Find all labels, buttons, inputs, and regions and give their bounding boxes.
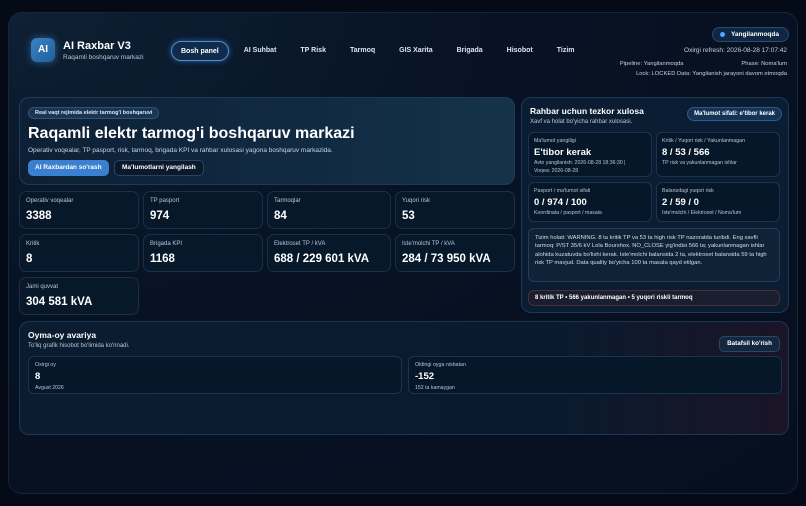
stat-value: 53 [402, 210, 415, 222]
summary-card-note: Koordinata / pasport / masala [534, 210, 602, 216]
monthly-card-value: -152 [415, 371, 435, 382]
stat-card-jami-quvvat: Jami quvvat 304 581 kVA [19, 277, 139, 315]
stat-label: Operativ voqealar [26, 198, 74, 204]
app-subtitle: Raqamli boshqaruv markazi [63, 54, 144, 61]
summary-card-note-line: Avto yangilanish: 2026-08-28 18:36:30 | [534, 160, 626, 166]
monthly-card-note: Avgust 2026 [35, 385, 64, 391]
nav-tizim[interactable]: Tizim [548, 41, 584, 61]
app-logo: AI [31, 38, 55, 62]
stat-card-istemolchi: Iste'molchi TP / kVA 284 / 73 950 kVA [395, 234, 515, 272]
monthly-card-note: 152 ta kamaygan [415, 385, 455, 391]
stat-label: Brigada KPI [150, 241, 183, 247]
status-badge: Yangilanmoqda [711, 27, 789, 42]
ask-ai-button[interactable]: AI Raxbardan so'rash [28, 160, 109, 176]
summary-subtitle: Xavf va holat bo'yicha rahbar xulosasi. [530, 119, 633, 125]
summary-text: Tizim holati: WARNING. 8 ta kritik TP va… [528, 228, 780, 282]
summary-card-note: TP risk va yakunlanmagan ishlar [662, 160, 737, 166]
summary-card-label: Balansdagi yuqori risk [662, 188, 714, 194]
stat-card-yuqori-risk: Yuqori risk 53 [395, 191, 515, 229]
stat-value: 1168 [150, 253, 175, 265]
summary-card-value: E'tibor kerak [534, 147, 592, 158]
nav-brigada[interactable]: Brigada [448, 41, 492, 61]
stat-value: 304 581 kVA [26, 296, 93, 308]
stat-value: 688 / 229 601 kVA [274, 253, 370, 265]
nav-ai-suhbat[interactable]: AI Suhbat [235, 41, 286, 61]
stat-label: Elektroset TP / kVA [274, 241, 326, 247]
summary-card-value: 8 / 53 / 566 [662, 147, 710, 158]
stat-label: Kritik [26, 241, 40, 247]
hero-panel: Real vaqt rejimida elektr tarmog'i boshq… [19, 97, 515, 185]
pipeline-status: Pipeline: Yangilanmoqda Phase: Noma'lum [619, 61, 787, 67]
stat-value: 8 [26, 253, 33, 265]
nav-hisobot[interactable]: Hisobot [498, 41, 542, 61]
monthly-subtitle: To'liq grafik hisobot bo'limida ko'rinad… [28, 343, 130, 349]
monthly-card-value: 8 [35, 371, 41, 382]
nav-bosh-panel[interactable]: Bosh panel [171, 41, 229, 61]
stat-value: 974 [150, 210, 170, 222]
lock-status: Lock: LOCKED Data: Yangilanish jarayoni … [636, 71, 787, 77]
stat-card-kritik: Kritik 8 [19, 234, 139, 272]
summary-card-note: Avto yangilanish: 2026-08-28 18:36:30 | … [534, 160, 626, 175]
details-button[interactable]: Batafsil ko'rish [719, 336, 780, 352]
header: AI AI Raxbar V3 Raqamli boshqaruv markaz… [19, 13, 789, 87]
stat-card-operativ: Operativ voqealar 3388 [19, 191, 139, 229]
hero-title: Raqamli elektr tarmog'i boshqaruv markaz… [28, 125, 355, 142]
app-window: AI AI Raxbar V3 Raqamli boshqaruv markaz… [8, 12, 798, 494]
monthly-accidents-panel: Oyma-oy avariya To'liq grafik hisobot bo… [19, 321, 789, 435]
summary-card-passport: Pasport / ma'lumot sifati 0 / 974 / 100 … [528, 182, 652, 222]
month-over-month-card: Oldingi oyga nisbatan -152 152 ta kamayg… [408, 356, 782, 394]
status-text: Yangilanmoqda [730, 31, 779, 38]
executive-summary-panel: Rahbar uchun tezkor xulosa Xavf va holat… [521, 97, 789, 313]
summary-card-risk: Kritik / Yuqori risk / Yakunlanmagan 8 /… [656, 132, 780, 177]
summary-footer-alert: 8 kritik TP • 566 yakunlanmagan • 5 yuqo… [528, 290, 780, 306]
hero-description: Operativ voqealar, TP pasport, risk, tar… [28, 147, 333, 154]
stat-label: Jami quvvat [26, 284, 59, 290]
monthly-card-label: Oldingi oyga nisbatan [415, 362, 466, 368]
summary-card-balance: Balansdagi yuqori risk 2 / 59 / 0 Iste'm… [656, 182, 780, 222]
summary-card-label: Ma'lumot yangiligi [534, 138, 576, 144]
refresh-data-button[interactable]: Ma'lumotlarni yangilash [114, 160, 204, 176]
stat-value: 3388 [26, 210, 52, 222]
summary-card-note-line: Voqea: 2026-08-28 [534, 167, 579, 174]
stat-card-tarmoqlar: Tarmoqlar 84 [267, 191, 391, 229]
nav-tp-risk[interactable]: TP Risk [291, 41, 335, 61]
pipeline-meta: Pipeline: Yangilanmoqda Phase: Noma'lum … [427, 59, 787, 79]
monthly-card-label: Oxirgi oy [35, 362, 56, 368]
refresh-time: Oxirgi refresh: 2026-08-28 17:07:42 [684, 47, 787, 54]
nav-tarmoq[interactable]: Tarmoq [341, 41, 384, 61]
stat-label: Tarmoqlar [274, 198, 301, 204]
summary-card-value: 0 / 974 / 100 [534, 197, 587, 208]
stat-card-tp-pasport: TP pasport 974 [143, 191, 263, 229]
summary-card-value: 2 / 59 / 0 [662, 197, 699, 208]
summary-card-freshness: Ma'lumot yangiligi E'tibor kerak Avto ya… [528, 132, 652, 177]
stat-card-brigada-kpi: Brigada KPI 1168 [143, 234, 263, 272]
stat-label: Yuqori risk [402, 198, 431, 204]
stat-value: 84 [274, 210, 287, 222]
stat-label: TP pasport [150, 198, 180, 204]
stat-card-elektroset: Elektroset TP / kVA 688 / 229 601 kVA [267, 234, 391, 272]
stat-label: Iste'molchi TP / kVA [402, 241, 455, 247]
status-dot-icon [719, 32, 725, 37]
summary-card-note: Iste'molchi / Elektroset / Noma'lum [662, 210, 742, 216]
stat-value: 284 / 73 950 kVA [402, 253, 491, 265]
monthly-title: Oyma-oy avariya [28, 330, 97, 340]
summary-card-label: Kritik / Yuqori risk / Yakunlanmagan [662, 138, 746, 144]
data-quality-badge[interactable]: Ma'lumot sifati: e'tibor kerak [687, 107, 782, 121]
hero-badge: Real vaqt rejimida elektr tarmog'i boshq… [28, 107, 160, 119]
nav-gis-xarita[interactable]: GIS Xarita [390, 41, 441, 61]
summary-card-label: Pasport / ma'lumot sifati [534, 188, 591, 194]
app-title: AI Raxbar V3 [63, 40, 131, 52]
summary-title: Rahbar uchun tezkor xulosa [530, 106, 644, 116]
last-month-card: Oxirgi oy 8 Avgust 2026 [28, 356, 402, 394]
